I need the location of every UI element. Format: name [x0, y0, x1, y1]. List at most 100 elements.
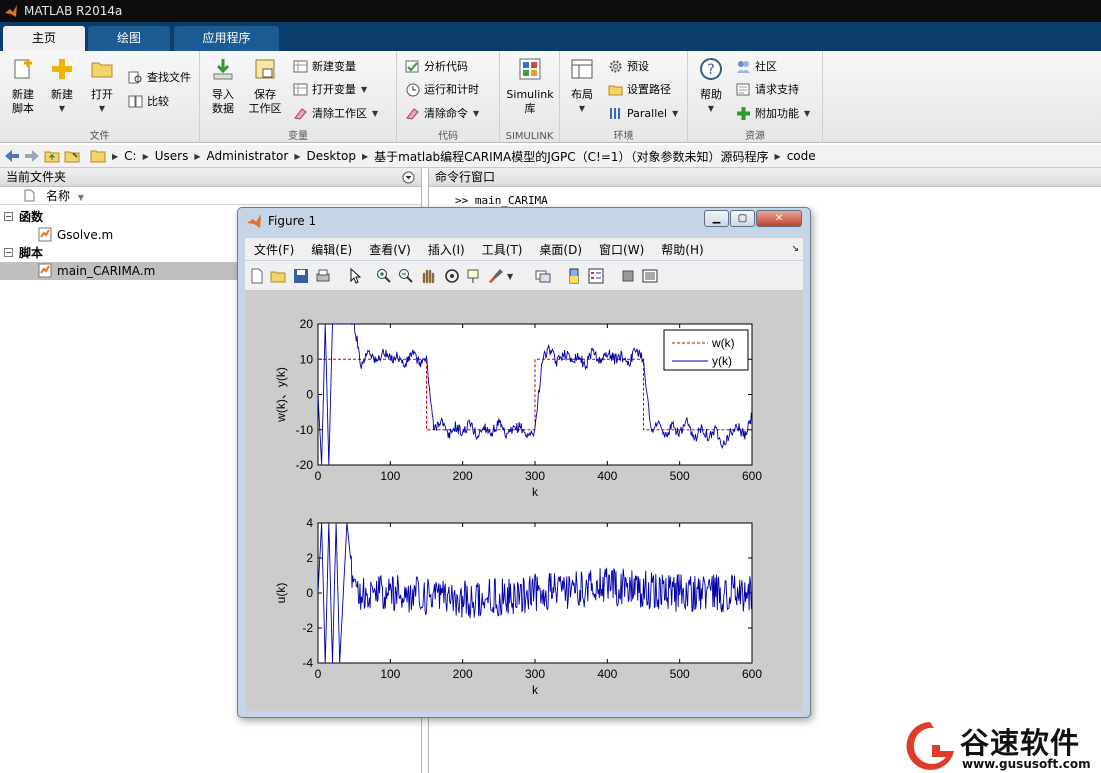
addons-dropdown-icon[interactable]: ▼	[804, 109, 810, 118]
collapse-icon[interactable]: −	[4, 248, 13, 257]
figure-window[interactable]: Figure 1 ▁ ▢ ✕ 文件(F) 编辑(E) 查看(V) 插入(I) 工…	[237, 207, 811, 718]
parallel-button[interactable]: Parallel ▼	[608, 103, 678, 123]
back-arrow-icon[interactable]	[4, 149, 20, 163]
new-script-icon	[14, 59, 32, 79]
menu-window[interactable]: 窗口(W)	[599, 241, 644, 258]
tab-home[interactable]: 主页	[3, 26, 85, 51]
run-and-time-icon	[406, 83, 420, 96]
clear-commands-dropdown-icon[interactable]: ▼	[473, 109, 479, 118]
new-button[interactable]: 新建 ▼	[46, 57, 78, 116]
crumb-drive[interactable]: C:	[124, 149, 136, 163]
clear-workspace-dropdown-icon[interactable]: ▼	[372, 109, 378, 118]
request-support-label: 请求支持	[755, 83, 799, 96]
crumb-separator-icon: ▶	[774, 151, 781, 161]
minimize-button[interactable]: ▁	[704, 210, 729, 227]
help-button[interactable]: ? 帮助 ▼	[696, 57, 726, 116]
new-dropdown-icon[interactable]: ▼	[46, 102, 78, 116]
rotate-3d-icon[interactable]	[444, 268, 460, 284]
find-files-button[interactable]: 查找文件	[128, 67, 191, 87]
clear-commands-button[interactable]: 清除命令 ▼	[405, 103, 479, 123]
chart-legend[interactable]: w(k) y(k)	[663, 329, 749, 371]
print-icon[interactable]	[315, 268, 331, 284]
hide-plot-tools-icon[interactable]	[620, 268, 636, 284]
addons-plus-icon	[737, 106, 750, 120]
clear-workspace-button[interactable]: 清除工作区 ▼	[293, 103, 378, 123]
menu-file[interactable]: 文件(F)	[254, 241, 294, 258]
set-path-label: 设置路径	[627, 83, 671, 96]
save-icon[interactable]	[293, 268, 309, 284]
request-support-button[interactable]: 请求支持	[736, 79, 799, 99]
x-tick-label: 200	[453, 469, 473, 483]
help-dropdown-icon[interactable]: ▼	[696, 102, 726, 116]
layout-button[interactable]: 布局 ▼	[566, 57, 598, 116]
set-path-button[interactable]: 设置路径	[608, 79, 671, 99]
preferences-button[interactable]: 预设	[608, 56, 649, 76]
environment-group: 布局 ▼ 预设 设置路径 Parallel ▼ 环境	[560, 51, 688, 143]
x-tick-label: 200	[453, 667, 473, 681]
crumb-administrator[interactable]: Administrator	[207, 149, 289, 163]
new-figure-icon[interactable]	[249, 268, 265, 284]
layout-dropdown-icon[interactable]: ▼	[566, 102, 598, 116]
menu-tools[interactable]: 工具(T)	[482, 241, 523, 258]
maximize-button[interactable]: ▢	[730, 210, 755, 227]
zoom-in-icon[interactable]	[376, 268, 392, 284]
tab-plots[interactable]: 绘图	[88, 26, 170, 51]
edit-plot-arrow-icon[interactable]	[347, 268, 363, 284]
save-workspace-button[interactable]: 保存 工作区	[246, 57, 284, 116]
collapse-icon[interactable]: −	[4, 212, 13, 221]
import-data-button[interactable]: 导入 数据	[206, 57, 240, 116]
data-cursor-icon[interactable]	[466, 268, 482, 284]
run-and-time-label: 运行和计时	[424, 83, 479, 96]
community-button[interactable]: 社区	[736, 56, 777, 76]
open-dropdown-icon[interactable]: ▼	[86, 102, 118, 116]
open-label: 打开	[91, 88, 113, 101]
x-tick-label: 100	[380, 667, 400, 681]
menu-help[interactable]: 帮助(H)	[661, 241, 703, 258]
brush-icon[interactable]	[488, 268, 504, 284]
menu-desktop[interactable]: 桌面(D)	[539, 241, 582, 258]
legend-box	[663, 329, 749, 371]
panel-actions-icon[interactable]	[402, 171, 415, 184]
new-script-label: 新建 脚本	[12, 88, 34, 115]
open-button[interactable]: 打开 ▼	[86, 57, 118, 116]
crumb-code[interactable]: code	[787, 149, 816, 163]
tab-apps[interactable]: 应用程序	[174, 26, 279, 51]
addons-button[interactable]: 附加功能 ▼	[736, 103, 810, 123]
open-file-icon[interactable]	[270, 268, 286, 284]
dock-arrow-icon[interactable]: ↘	[791, 244, 799, 254]
crumb-desktop[interactable]: Desktop	[306, 149, 356, 163]
open-variable-button[interactable]: 打开变量 ▼	[293, 79, 367, 99]
analyze-code-button[interactable]: 分析代码	[405, 56, 468, 76]
preferences-label: 预设	[627, 60, 649, 73]
forward-arrow-icon[interactable]	[24, 149, 40, 163]
link-plot-icon[interactable]	[535, 268, 551, 284]
crumb-users[interactable]: Users	[155, 149, 189, 163]
legend-icon[interactable]	[588, 268, 604, 284]
up-folder-icon[interactable]	[44, 149, 60, 163]
name-column-header[interactable]: 名称 ▼	[0, 187, 421, 205]
pan-hand-icon[interactable]	[420, 268, 436, 284]
menu-view[interactable]: 查看(V)	[369, 241, 411, 258]
brush-dropdown-icon[interactable]: ▼	[507, 272, 513, 281]
parallel-dropdown-icon[interactable]: ▼	[672, 109, 678, 118]
colorbar-icon[interactable]	[566, 268, 582, 284]
simulink-library-button[interactable]: Simulink 库	[504, 57, 556, 116]
new-script-button[interactable]: 新建 脚本	[6, 57, 40, 116]
matlab-function-file-icon	[38, 227, 52, 242]
show-plot-tools-icon[interactable]	[642, 268, 658, 284]
figure-canvas[interactable]: 0 100 200 300 400 500 600 -20 -10 0 10 20 k w(k)、y(k)…	[245, 291, 803, 711]
compare-button[interactable]: 比较	[128, 91, 169, 111]
plot-svg[interactable]: 0 100 200 300 400 500 600-20-1001020kw(k)、y(k)…	[245, 291, 803, 711]
browse-folder-icon[interactable]	[64, 149, 80, 163]
menu-insert[interactable]: 插入(I)	[428, 241, 465, 258]
crumb-project-folder[interactable]: 基于matlab编程CARIMA模型的JGPC（C!=1）（对象参数未知）源码程…	[374, 148, 768, 165]
open-variable-dropdown-icon[interactable]: ▼	[361, 85, 367, 94]
zoom-out-icon[interactable]	[398, 268, 414, 284]
run-and-time-button[interactable]: 运行和计时	[405, 79, 479, 99]
command-line[interactable]: >> main_CARIMA	[455, 194, 548, 207]
menu-edit[interactable]: 编辑(E)	[311, 241, 352, 258]
code-group-label: 代码	[438, 131, 458, 142]
layout-label: 布局	[571, 88, 593, 101]
close-button[interactable]: ✕	[756, 210, 802, 227]
new-variable-button[interactable]: 新建变量	[293, 56, 356, 76]
